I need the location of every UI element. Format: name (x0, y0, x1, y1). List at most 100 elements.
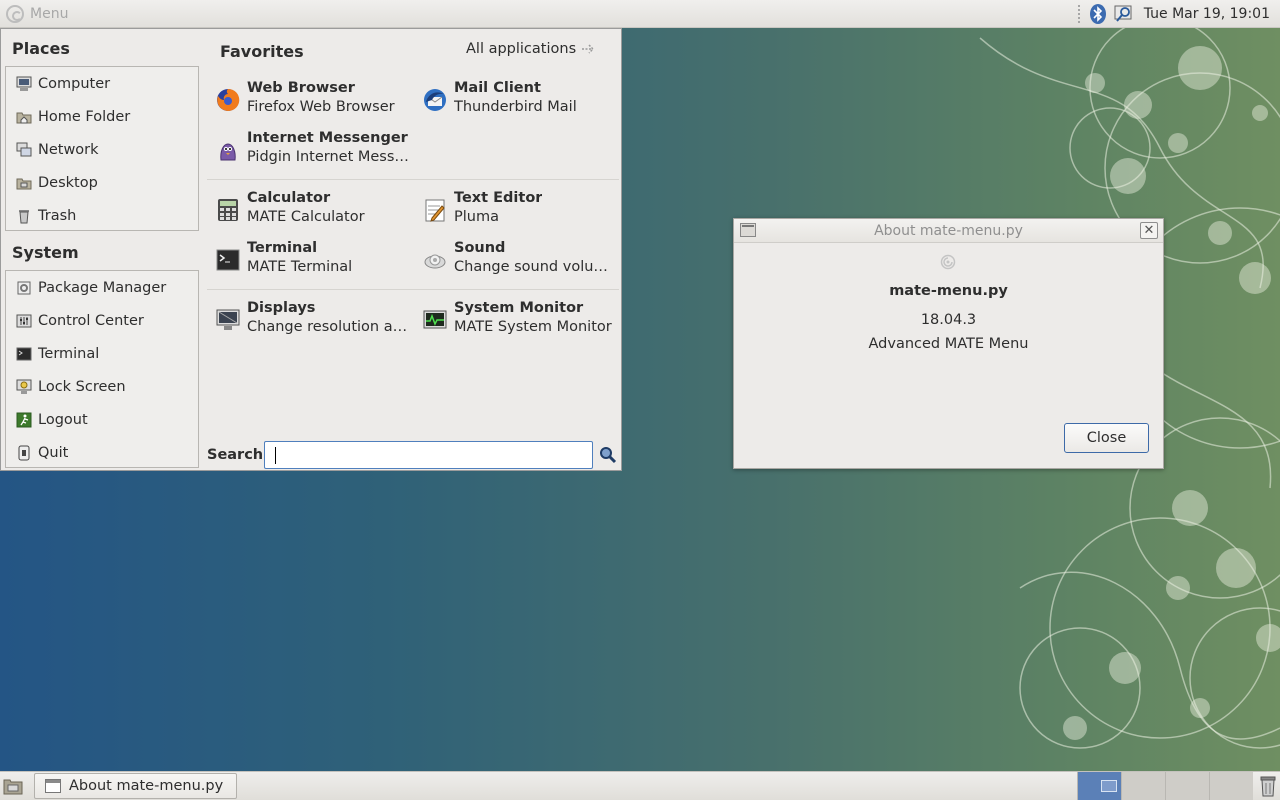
logout-icon (16, 412, 32, 428)
favorite-calculator[interactable]: Calculator MATE Calculator (215, 189, 415, 231)
system-item-lock-screen[interactable]: Lock Screen (6, 370, 198, 403)
workspace-2[interactable] (1121, 772, 1165, 800)
app-desc: Change resolution an… (247, 319, 415, 335)
all-applications-button[interactable]: All applications (466, 41, 598, 57)
system-item-package-manager[interactable]: Package Manager (6, 271, 198, 304)
places-heading: Places (12, 39, 70, 58)
places-item-label: Trash (38, 207, 77, 224)
menu-button-label: Menu (30, 5, 69, 22)
tray-drag-handle[interactable] (1077, 5, 1082, 23)
app-name: Terminal (247, 240, 318, 256)
sound-icon (422, 247, 448, 273)
system-heading: System (12, 243, 79, 262)
arrow-right-icon (582, 44, 595, 54)
system-item-label: Lock Screen (38, 378, 126, 395)
places-list: Computer Home Folder Network Desktop Tra… (5, 66, 199, 231)
app-desc: Change sound volume… (454, 259, 622, 275)
favorites-heading: Favorites (220, 42, 304, 61)
window-close-button[interactable]: ✕ (1140, 222, 1158, 239)
dialog-program-name: mate-menu.py (889, 283, 1008, 299)
show-desktop-icon[interactable] (3, 777, 23, 795)
clock[interactable]: Tue Mar 19, 19:01 (1140, 6, 1274, 22)
search-label: Search: (207, 447, 269, 463)
places-item-trash[interactable]: Trash (6, 199, 198, 232)
system-item-label: Quit (38, 444, 69, 461)
text-editor-icon (422, 197, 448, 223)
workspace-4[interactable] (1209, 772, 1253, 800)
system-tray: Tue Mar 19, 19:01 (1077, 0, 1280, 28)
favorite-internet-messenger[interactable]: Internet Messenger Pidgin Internet Messe… (215, 129, 415, 171)
favorite-system-monitor[interactable]: System Monitor MATE System Monitor (422, 299, 622, 341)
close-button[interactable]: Close (1064, 423, 1149, 453)
all-applications-label: All applications (466, 41, 577, 57)
dialog-version: 18.04.3 (920, 312, 977, 328)
bluetooth-icon[interactable] (1088, 3, 1108, 25)
app-name: Displays (247, 300, 316, 316)
favorites-separator (207, 179, 619, 180)
mate-menu-logo-icon (940, 254, 956, 270)
places-item-label: Network (38, 141, 99, 158)
trash-icon[interactable] (1258, 775, 1278, 797)
calculator-icon (215, 197, 241, 223)
favorite-sound[interactable]: Sound Change sound volume… (422, 239, 622, 281)
app-name: Mail Client (454, 80, 541, 96)
home-folder-icon (16, 109, 32, 125)
app-name: Internet Messenger (247, 130, 408, 146)
places-item-computer[interactable]: Computer (6, 67, 198, 100)
mate-logo-icon (6, 4, 24, 23)
system-item-terminal[interactable]: Terminal (6, 337, 198, 370)
workspace-1[interactable] (1077, 772, 1121, 800)
places-item-label: Computer (38, 75, 111, 92)
system-item-label: Control Center (38, 312, 144, 329)
taskbar-item-about-mate-menu[interactable]: About mate-menu.py (34, 773, 237, 799)
package-manager-icon (16, 280, 32, 296)
places-item-home-folder[interactable]: Home Folder (6, 100, 198, 133)
app-name: Web Browser (247, 80, 355, 96)
app-name: Calculator (247, 190, 331, 206)
app-desc: MATE Calculator (247, 209, 365, 225)
system-item-control-center[interactable]: Control Center (6, 304, 198, 337)
network-icon (16, 142, 32, 158)
window-icon (45, 779, 61, 793)
lock-screen-icon (16, 379, 32, 395)
app-name: Sound (454, 240, 506, 256)
system-item-label: Logout (38, 411, 88, 428)
workspace-switcher (1077, 772, 1253, 800)
system-item-quit[interactable]: Quit (6, 436, 198, 469)
app-desc: Pluma (454, 209, 499, 225)
workspace-3[interactable] (1165, 772, 1209, 800)
menu-button[interactable]: Menu (0, 0, 74, 28)
app-desc: Firefox Web Browser (247, 99, 395, 115)
system-item-logout[interactable]: Logout (6, 403, 198, 436)
control-center-icon (16, 313, 32, 329)
about-dialog: About mate-menu.py ✕ mate-menu.py 18.04.… (733, 218, 1164, 469)
text-cursor (275, 447, 276, 464)
app-desc: MATE System Monitor (454, 319, 612, 335)
search-input[interactable] (264, 441, 593, 469)
taskbar-item-label: About mate-menu.py (69, 778, 224, 794)
dialog-titlebar[interactable]: About mate-menu.py ✕ (734, 219, 1163, 243)
app-name: Text Editor (454, 190, 543, 206)
favorites-separator (207, 289, 619, 290)
system-monitor-icon (422, 307, 448, 333)
favorite-mail-client[interactable]: Mail Client Thunderbird Mail (422, 79, 622, 121)
dialog-comment: Advanced MATE Menu (868, 336, 1029, 352)
search-icon[interactable] (599, 446, 617, 464)
places-item-network[interactable]: Network (6, 133, 198, 166)
favorite-terminal[interactable]: Terminal MATE Terminal (215, 239, 415, 281)
pidgin-icon (215, 137, 241, 163)
favorite-web-browser[interactable]: Web Browser Firefox Web Browser (215, 79, 415, 121)
thunderbird-icon (422, 87, 448, 113)
quit-icon (16, 445, 32, 461)
favorite-text-editor[interactable]: Text Editor Pluma (422, 189, 622, 231)
app-desc: Thunderbird Mail (454, 99, 577, 115)
system-list: Package Manager Control Center Terminal … (5, 270, 199, 468)
places-item-label: Desktop (38, 174, 98, 191)
places-item-desktop[interactable]: Desktop (6, 166, 198, 199)
network-manager-icon[interactable] (1114, 3, 1134, 25)
mate-menu-popup: Places Computer Home Folder Network Desk… (0, 28, 622, 471)
app-desc: MATE Terminal (247, 259, 353, 275)
bottom-panel: About mate-menu.py (0, 771, 1280, 800)
desktop-folder-icon (16, 175, 32, 191)
favorite-displays[interactable]: Displays Change resolution an… (215, 299, 415, 341)
